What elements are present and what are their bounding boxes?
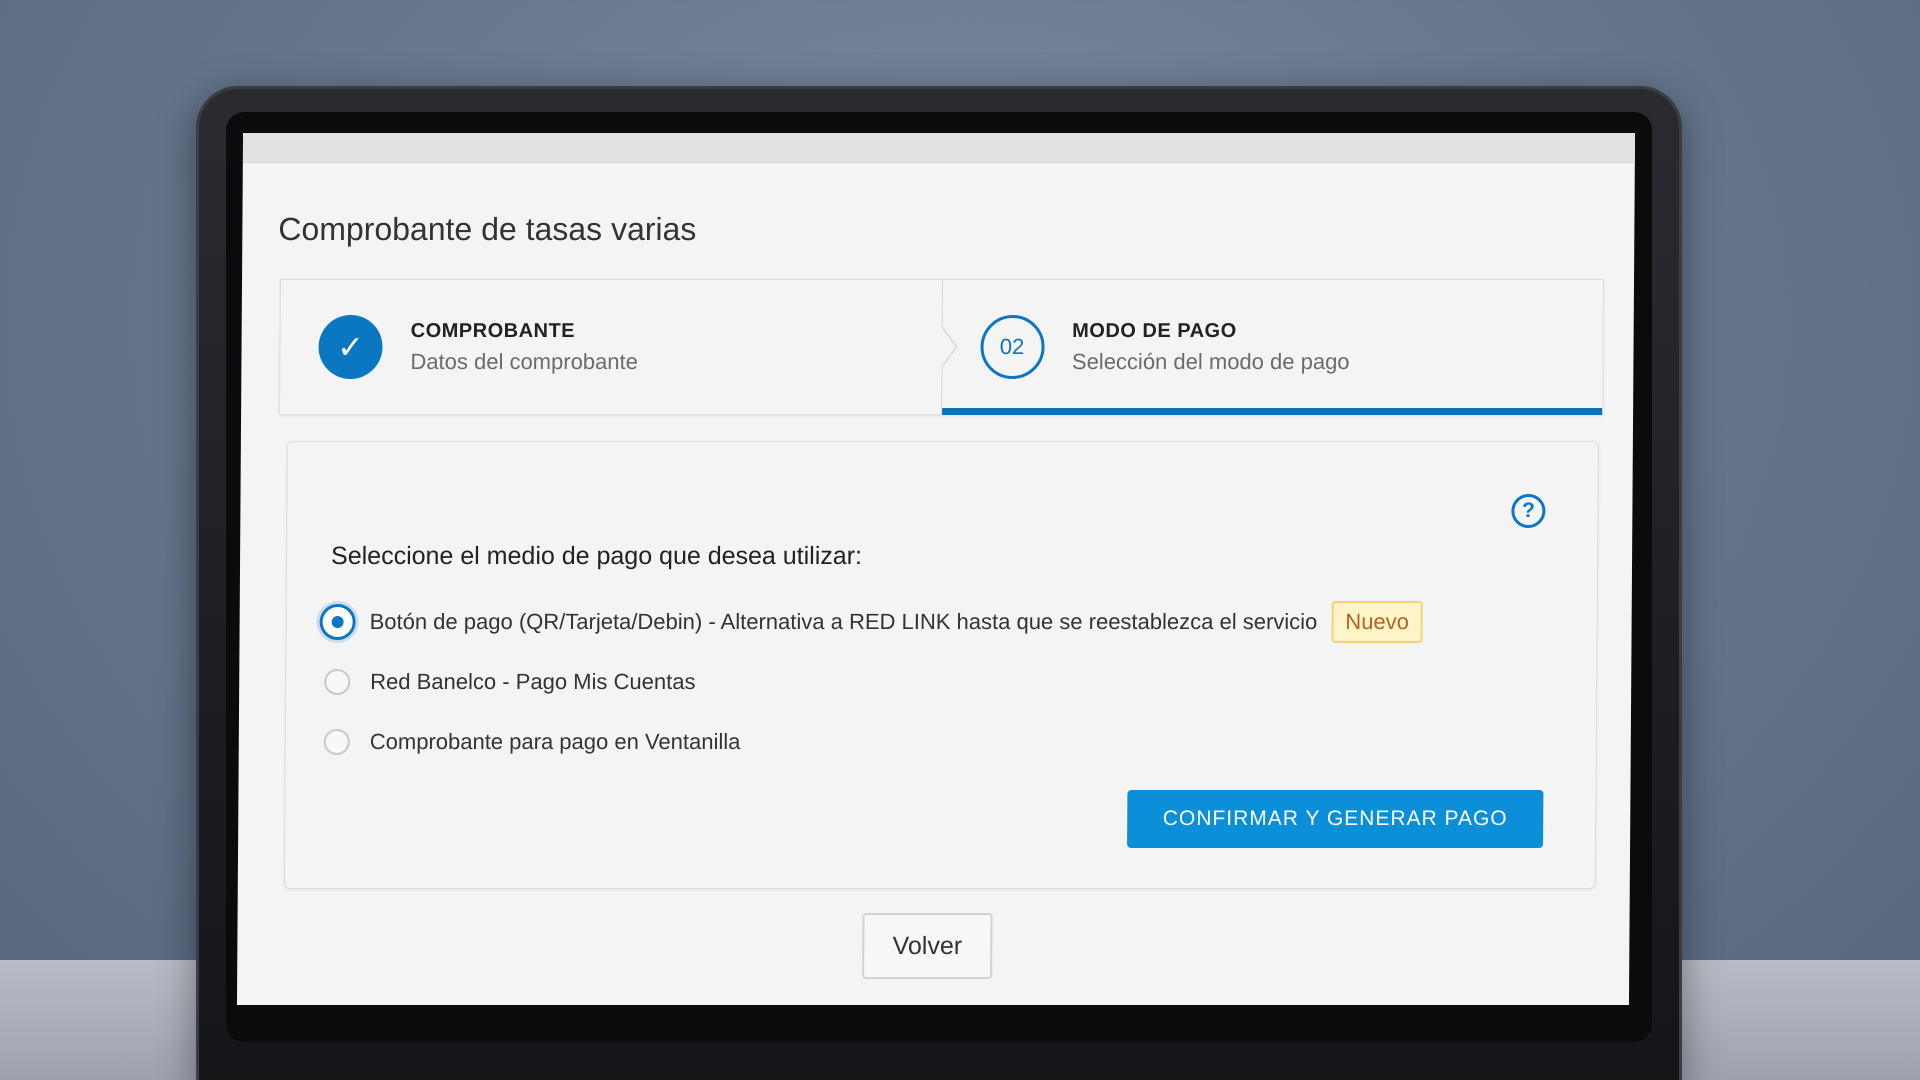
check-icon: ✓ (318, 315, 383, 379)
step-title: MODO DE PAGO (1072, 319, 1237, 342)
radio-button[interactable] (323, 729, 350, 755)
step-number: 02 (979, 315, 1045, 379)
step-subtitle: Datos del comprobante (410, 348, 639, 374)
option-label: Red Banelco - Pago Mis Cuentas (370, 669, 696, 694)
step-modo-de-pago[interactable]: 02 MODO DE PAGO Selección del modo de pa… (940, 280, 1604, 414)
payment-question: Seleccione el medio de pago que desea ut… (330, 542, 863, 570)
payment-option-boton-de-pago[interactable]: Botón de pago (QR/Tarjeta/Debin) - Alter… (319, 592, 1424, 652)
option-label: Comprobante para pago en Ventanilla (369, 729, 741, 754)
back-button[interactable]: Volver (862, 913, 993, 979)
radio-button[interactable] (324, 669, 351, 695)
page-title: Comprobante de tasas varias (278, 211, 697, 247)
step-title: COMPROBANTE (410, 319, 576, 342)
payment-option-ventanilla[interactable]: Comprobante para pago en Ventanilla (323, 712, 1423, 772)
new-badge: Nuevo (1331, 601, 1424, 643)
step-text: COMPROBANTE Datos del comprobante (410, 320, 638, 375)
payment-option-red-banelco[interactable]: Red Banelco - Pago Mis Cuentas (324, 652, 1423, 712)
step-subtitle: Selección del modo de pago (1071, 348, 1350, 374)
top-bar (242, 133, 1636, 163)
step-arrow-icon (940, 325, 958, 369)
step-text: MODO DE PAGO Selección del modo de pago (1072, 320, 1350, 375)
help-icon[interactable]: ? (1511, 494, 1546, 528)
radio-button-selected[interactable] (319, 604, 356, 640)
payment-options: Botón de pago (QR/Tarjeta/Debin) - Alter… (319, 592, 1424, 772)
option-label: Botón de pago (QR/Tarjeta/Debin) - Alter… (369, 609, 1318, 634)
stepper: ✓ COMPROBANTE Datos del comprobante 02 M… (279, 279, 1605, 415)
step-comprobante[interactable]: ✓ COMPROBANTE Datos del comprobante (280, 280, 941, 414)
confirm-generate-payment-button[interactable]: CONFIRMAR Y GENERAR PAGO (1127, 790, 1544, 848)
payment-card: ? Seleccione el medio de pago que desea … (283, 441, 1599, 889)
laptop-screen: Comprobante de tasas varias ✓ COMPROBANT… (236, 133, 1636, 1005)
